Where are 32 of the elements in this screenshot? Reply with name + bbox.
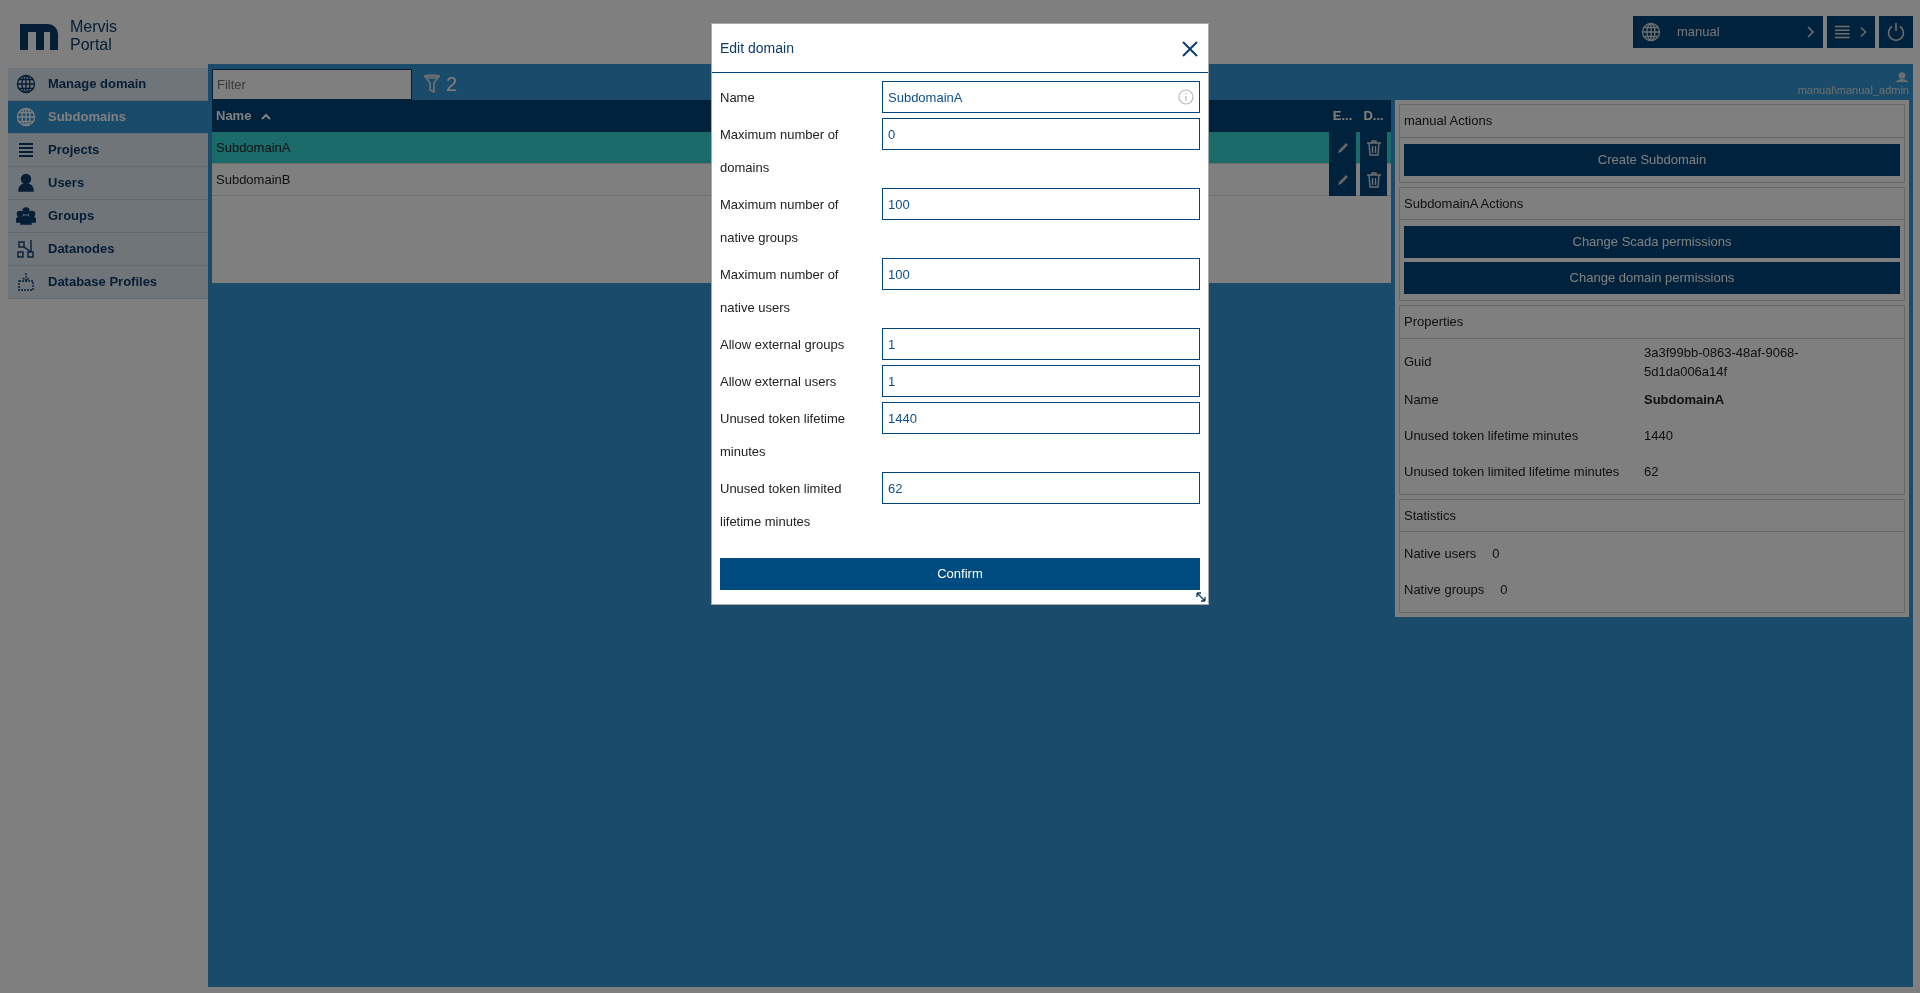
field-label: Allow external groups: [720, 336, 846, 354]
property-value: SubdomainA: [1644, 390, 1726, 409]
logo-text: Mervis: [70, 18, 118, 36]
property-value: 0: [1492, 545, 1500, 564]
property-label: Native groups: [1404, 581, 1485, 600]
field-label: Maximum number of domains: [720, 126, 840, 177]
field-label: Maximum number of native users: [720, 266, 840, 317]
property-value: 1440: [1644, 426, 1674, 445]
field-label: Maximum number of native groups: [720, 196, 840, 247]
dialog-title: Edit domain: [720, 38, 794, 58]
property-value: 62: [1644, 462, 1660, 481]
domain-label: manual: [1677, 23, 1720, 42]
table-cell-text: SubdomainB: [216, 170, 291, 189]
section-title: manual Actions: [1400, 105, 1904, 138]
field-label: Allow external users: [720, 373, 838, 391]
filter-count: 2: [446, 72, 458, 97]
property-label: Native users: [1404, 545, 1477, 564]
property-label: Unused token lifetime minutes: [1404, 426, 1580, 445]
user-name: manual\manual_admin: [1797, 83, 1909, 98]
field-label: Name: [720, 89, 756, 107]
property-value: 3a3f99bb-0863-48af-9068-5d1da006a14f: [1644, 343, 1800, 381]
table-cell-text: SubdomainA: [216, 138, 291, 157]
field-label: Unused token lifetime minutes: [720, 410, 846, 461]
section-title: SubdomainA Actions: [1400, 187, 1904, 220]
property-label: Guid: [1404, 353, 1433, 372]
property-value: 0: [1500, 581, 1508, 600]
field-label: Unused token limited lifetime minutes: [720, 480, 843, 531]
section-title: Statistics: [1400, 499, 1904, 532]
section-title: Properties: [1400, 306, 1904, 339]
logo-text: Portal: [70, 36, 113, 54]
property-label: Unused token limited lifetime minutes: [1404, 462, 1621, 481]
property-label: Name: [1404, 390, 1440, 409]
